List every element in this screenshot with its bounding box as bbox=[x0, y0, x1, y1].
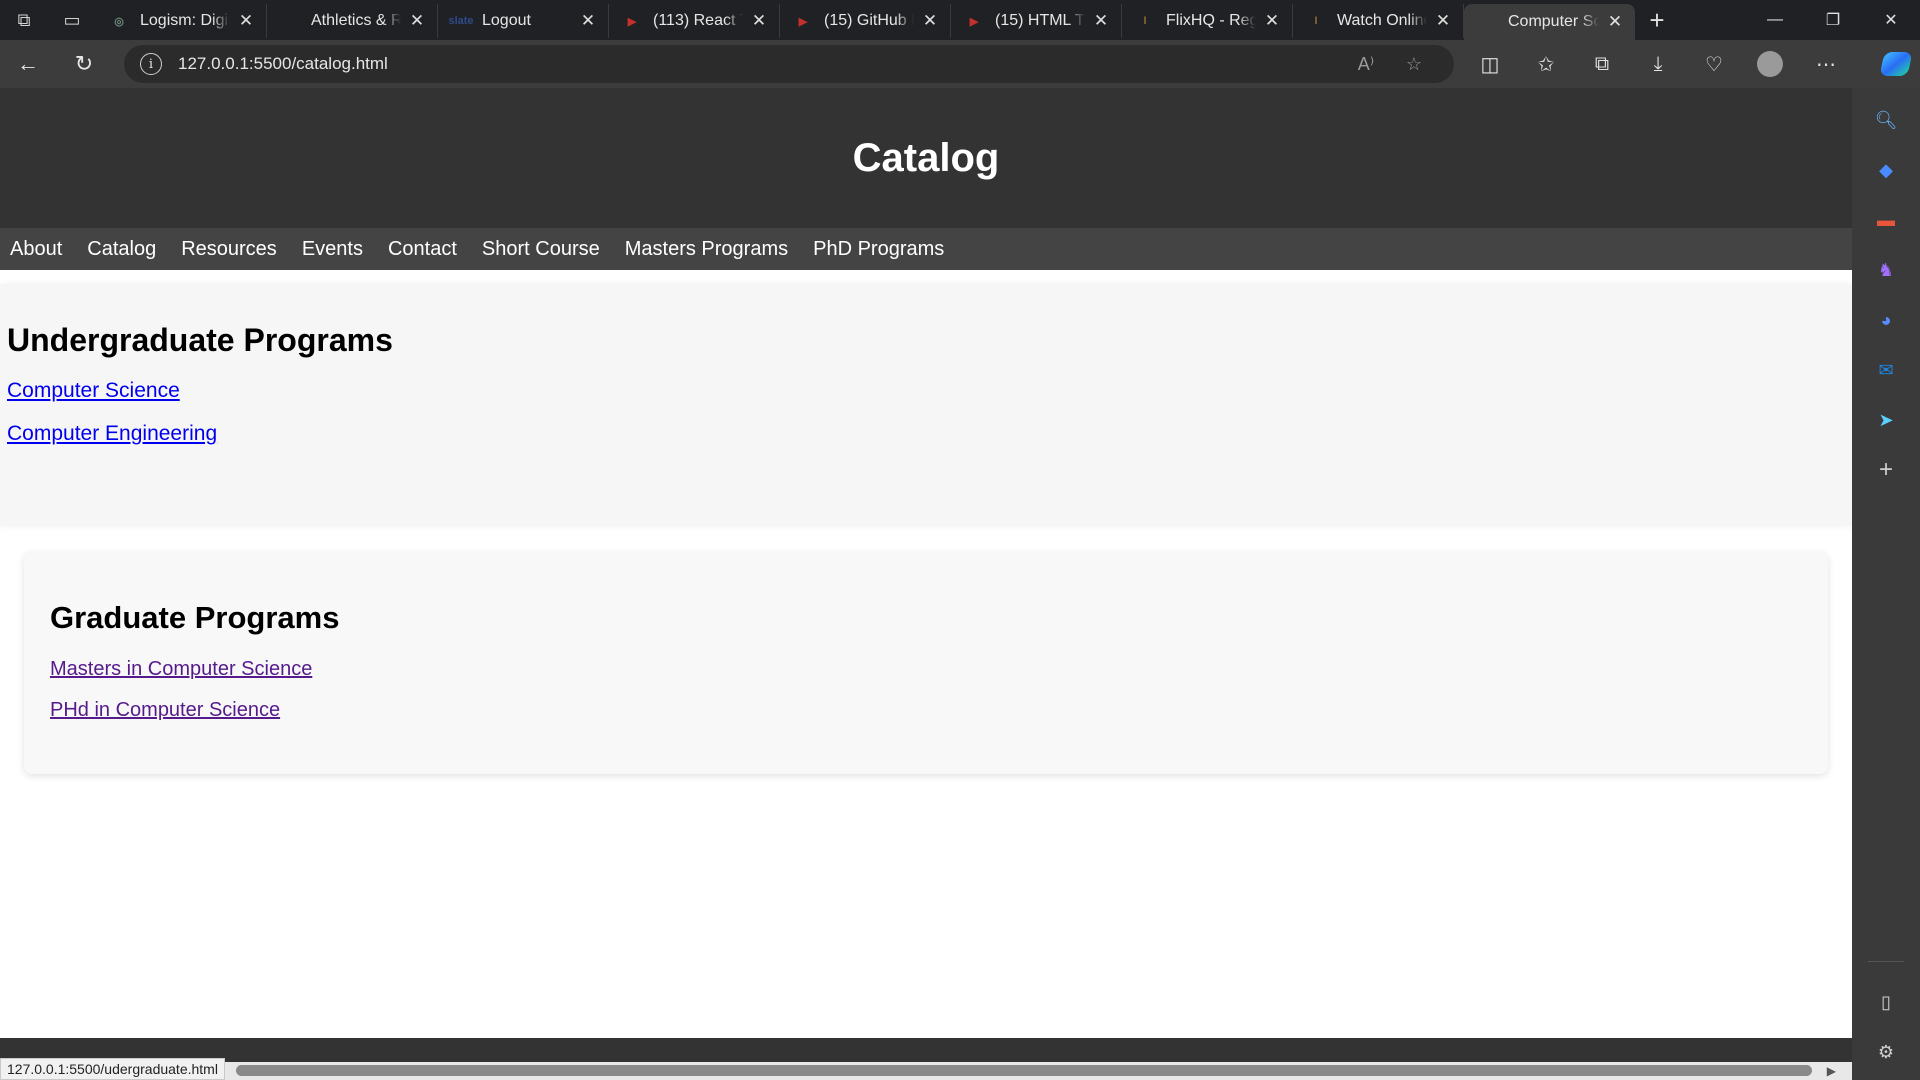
nav-link-resources[interactable]: Resources bbox=[181, 238, 277, 261]
undergraduate-heading: Undergraduate Programs bbox=[7, 322, 393, 358]
browser-tab[interactable]: ◎ Logism: Digital ✕ bbox=[96, 4, 267, 38]
shopping-tag-icon[interactable]: ◆ bbox=[1868, 152, 1904, 188]
minimize-icon[interactable]: — bbox=[1746, 0, 1804, 40]
tab-close-icon[interactable]: ✕ bbox=[1091, 11, 1111, 31]
back-button[interactable]: ← bbox=[0, 40, 56, 88]
reload-button[interactable]: ↻ bbox=[56, 40, 112, 88]
browser-tab[interactable]: I FlixHQ - Regu ✕ bbox=[1122, 4, 1293, 38]
sidebar-divider bbox=[1868, 961, 1904, 962]
m365-icon[interactable]: ◕ bbox=[1868, 302, 1904, 338]
toolbar: ← ↻ i 127.0.0.1:5500/catalog.html A⁾ ☆ ◫… bbox=[0, 40, 1920, 88]
link-phd-cs[interactable]: PHd in Computer Science bbox=[50, 699, 1802, 722]
browser-tab[interactable]: slate Logout ✕ bbox=[438, 4, 609, 38]
close-window-icon[interactable]: ✕ bbox=[1862, 0, 1920, 40]
tab-favicon-icon: I bbox=[1314, 15, 1318, 27]
workspaces-icon[interactable]: ⧉ bbox=[0, 0, 48, 40]
toolbar-buttons: ◫ ✩ ⧉ ⤓ ♡ ⋯ bbox=[1462, 40, 1854, 88]
page-viewport: Catalog About Catalog Resources Events Conta… bbox=[0, 88, 1852, 1080]
tab-favicon-icon: ▶ bbox=[627, 15, 637, 28]
tab-close-icon[interactable]: ✕ bbox=[236, 11, 256, 31]
tab-favicon-icon: ◎ bbox=[114, 15, 124, 28]
tab-title: Logout bbox=[482, 12, 531, 29]
address-bar[interactable]: i 127.0.0.1:5500/catalog.html A⁾ ☆ bbox=[124, 45, 1454, 83]
browser-tab[interactable]: I Watch Online ✕ bbox=[1293, 4, 1464, 38]
favorites-icon[interactable]: ✩ bbox=[1518, 40, 1574, 88]
browser-tab[interactable]: ▶ (15) GitHub P ✕ bbox=[780, 4, 951, 38]
collections-icon[interactable]: ⧉ bbox=[1574, 40, 1630, 88]
tab-title: Athletics & Rec bbox=[311, 12, 401, 29]
site-header: Catalog bbox=[0, 88, 1852, 228]
read-aloud-icon[interactable]: A⁾ bbox=[1342, 54, 1390, 75]
browser-tab[interactable]: ▶ (15) HTML Tu ✕ bbox=[951, 4, 1122, 38]
tab-close-icon[interactable]: ✕ bbox=[1605, 12, 1625, 32]
tab-strip: ⧉ ▭ ◎Logism: Digital✕BAthletics & Rec✕sl… bbox=[0, 0, 1920, 40]
tab-close-icon[interactable]: ✕ bbox=[920, 11, 940, 31]
restore-icon[interactable]: ❐ bbox=[1804, 0, 1862, 40]
tab-title: Logism: Digital bbox=[140, 12, 230, 29]
status-url-tooltip: 127.0.0.1:5500/udergraduate.html bbox=[0, 1058, 225, 1080]
graduate-section: Graduate Programs Masters in Computer Sc… bbox=[24, 552, 1828, 774]
nav-link-contact[interactable]: Contact bbox=[388, 238, 457, 261]
copilot-icon[interactable] bbox=[1872, 40, 1920, 88]
nav-link-about[interactable]: About bbox=[10, 238, 62, 261]
split-screen-icon[interactable]: ◫ bbox=[1462, 40, 1518, 88]
tab-list: ◎ Logism: Digital ✕ B Athletics & Rec ✕ slate L… bbox=[96, 0, 1635, 40]
nav-link-phd-programs[interactable]: PhD Programs bbox=[813, 238, 944, 261]
browser-tab[interactable]: ▶ (113) React Tu ✕ bbox=[609, 4, 780, 38]
link-computer-science[interactable]: Computer Science bbox=[7, 379, 1845, 403]
send-icon[interactable]: ➤ bbox=[1868, 402, 1904, 438]
site-footer bbox=[0, 1038, 1852, 1062]
tab-favicon-icon: 🗋 bbox=[1482, 15, 1492, 28]
main-nav: About Catalog Resources Events Contact Short … bbox=[0, 228, 1852, 270]
downloads-icon[interactable]: ⤓ bbox=[1630, 40, 1686, 88]
search-icon[interactable]: 🔍︎ bbox=[1868, 102, 1904, 138]
favorite-star-icon[interactable]: ☆ bbox=[1390, 54, 1438, 75]
tab-favicon-icon: ▶ bbox=[969, 15, 979, 28]
nav-link-masters-programs[interactable]: Masters Programs bbox=[625, 238, 788, 261]
link-masters-cs[interactable]: Masters in Computer Science bbox=[50, 658, 1802, 681]
tools-briefcase-icon[interactable]: ▬ bbox=[1868, 202, 1904, 238]
graduate-heading: Graduate Programs bbox=[50, 600, 340, 635]
undergraduate-section: Undergraduate Programs Computer Science … bbox=[0, 284, 1852, 526]
horizontal-scrollbar-thumb[interactable] bbox=[236, 1065, 1812, 1076]
nav-link-catalog[interactable]: Catalog bbox=[87, 238, 156, 261]
tab-close-icon[interactable]: ✕ bbox=[1262, 11, 1282, 31]
tab-title: (113) React Tu bbox=[653, 12, 743, 29]
nav-link-events[interactable]: Events bbox=[302, 238, 363, 261]
new-tab-button[interactable]: + bbox=[1635, 0, 1679, 40]
tab-close-icon[interactable]: ✕ bbox=[407, 11, 427, 31]
sidebar-settings-icon[interactable]: ⚙ bbox=[1868, 1034, 1904, 1070]
tab-close-icon[interactable]: ✕ bbox=[1433, 11, 1453, 31]
profile-avatar[interactable] bbox=[1742, 40, 1798, 88]
tab-favicon-icon: slate bbox=[448, 15, 474, 27]
settings-more-icon[interactable]: ⋯ bbox=[1798, 40, 1854, 88]
edge-sidebar: 🔍︎ ◆ ▬ ♞ ◕ ✉ ➤ + ▯ ⚙ bbox=[1852, 88, 1920, 1080]
scroll-right-arrow-icon[interactable]: ▶ bbox=[1827, 1064, 1836, 1078]
browser-tab[interactable]: 🗋 Computer Sci ✕ bbox=[1464, 4, 1635, 40]
sidebar-layout-icon[interactable]: ▯ bbox=[1868, 984, 1904, 1020]
games-icon[interactable]: ♞ bbox=[1868, 252, 1904, 288]
address-url[interactable]: 127.0.0.1:5500/catalog.html bbox=[178, 54, 1342, 74]
tab-title: FlixHQ - Regu bbox=[1166, 12, 1256, 29]
tab-close-icon[interactable]: ✕ bbox=[578, 11, 598, 31]
tab-close-icon[interactable]: ✕ bbox=[749, 11, 769, 31]
page-title: Catalog bbox=[852, 135, 1000, 180]
tab-title: (15) GitHub P bbox=[824, 12, 914, 29]
outlook-icon[interactable]: ✉ bbox=[1868, 352, 1904, 388]
tab-actions-icon[interactable]: ▭ bbox=[48, 0, 96, 40]
tab-title: Computer Sci bbox=[1508, 13, 1599, 30]
add-sidebar-icon[interactable]: + bbox=[1868, 452, 1904, 488]
browser-tab[interactable]: B Athletics & Rec ✕ bbox=[267, 4, 438, 38]
site-info-icon[interactable]: i bbox=[140, 53, 162, 75]
tab-title: (15) HTML Tu bbox=[995, 12, 1085, 29]
tab-favicon-icon: B bbox=[286, 15, 294, 27]
browser-essentials-icon[interactable]: ♡ bbox=[1686, 40, 1742, 88]
link-computer-engineering[interactable]: Computer Engineering bbox=[7, 422, 1845, 446]
tab-favicon-icon: I bbox=[1143, 15, 1147, 27]
tab-favicon-icon: ▶ bbox=[798, 15, 808, 28]
tab-title: Watch Online bbox=[1337, 12, 1427, 29]
window-controls: — ❐ ✕ bbox=[1746, 0, 1920, 40]
nav-link-short-course[interactable]: Short Course bbox=[482, 238, 600, 261]
